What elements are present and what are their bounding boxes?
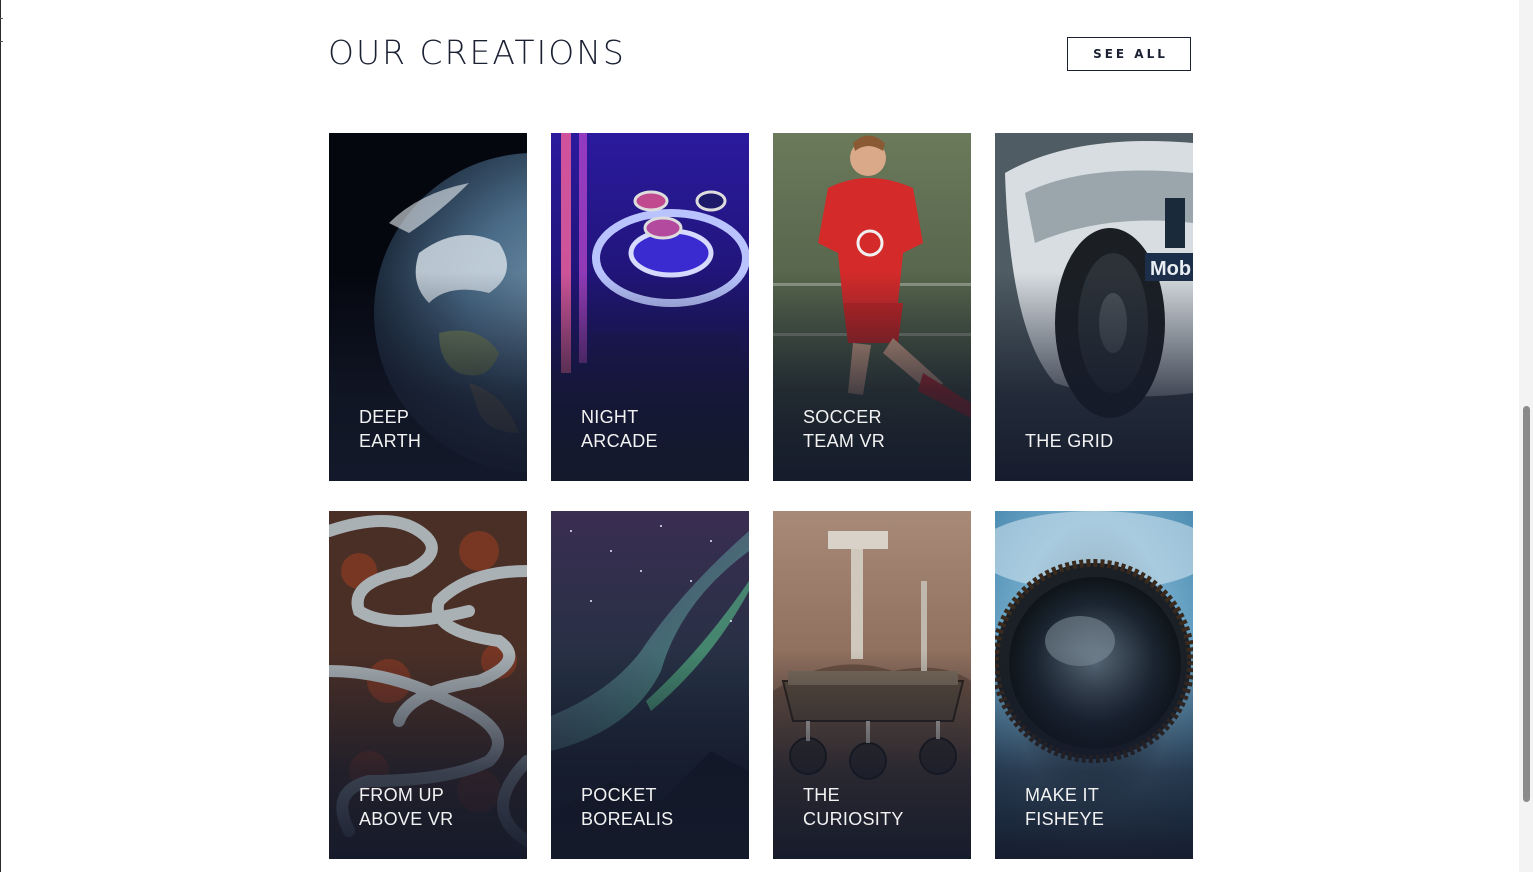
card-night-arcade[interactable]: NIGHT ARCADE (551, 133, 749, 481)
window-edge-marker (0, 18, 3, 42)
card-label: SOCCER TEAM VR (803, 407, 886, 451)
card-label: NIGHT ARCADE (581, 407, 658, 451)
section-title: OUR CREATIONS (328, 33, 626, 72)
card-label: THE CURIOSITY (803, 785, 904, 829)
card-soccer-team-vr[interactable]: SOCCER TEAM VR (773, 133, 971, 481)
card-the-grid[interactable]: Mob THE GRID (995, 133, 1193, 481)
card-the-curiosity[interactable]: THE CURIOSITY (773, 511, 971, 859)
scrollbar-thumb[interactable] (1523, 406, 1530, 802)
card-label: DEEP EARTH (359, 407, 422, 451)
see-all-button[interactable]: SEE ALL (1067, 37, 1191, 71)
card-label: MAKE IT FISHEYE (1025, 785, 1105, 829)
card-pocket-borealis[interactable]: POCKET BOREALIS (551, 511, 749, 859)
window-left-border (0, 0, 1, 872)
card-label: FROM UP ABOVE VR (359, 785, 454, 829)
card-label: POCKET BOREALIS (581, 785, 674, 829)
card-deep-earth[interactable]: DEEP EARTH (329, 133, 527, 481)
page-scrollbar[interactable] (1519, 0, 1533, 872)
card-from-up-above-vr[interactable]: FROM UP ABOVE VR (329, 511, 527, 859)
card-make-it-fisheye[interactable]: MAKE IT FISHEYE (995, 511, 1193, 859)
card-label: THE GRID (1025, 431, 1114, 451)
